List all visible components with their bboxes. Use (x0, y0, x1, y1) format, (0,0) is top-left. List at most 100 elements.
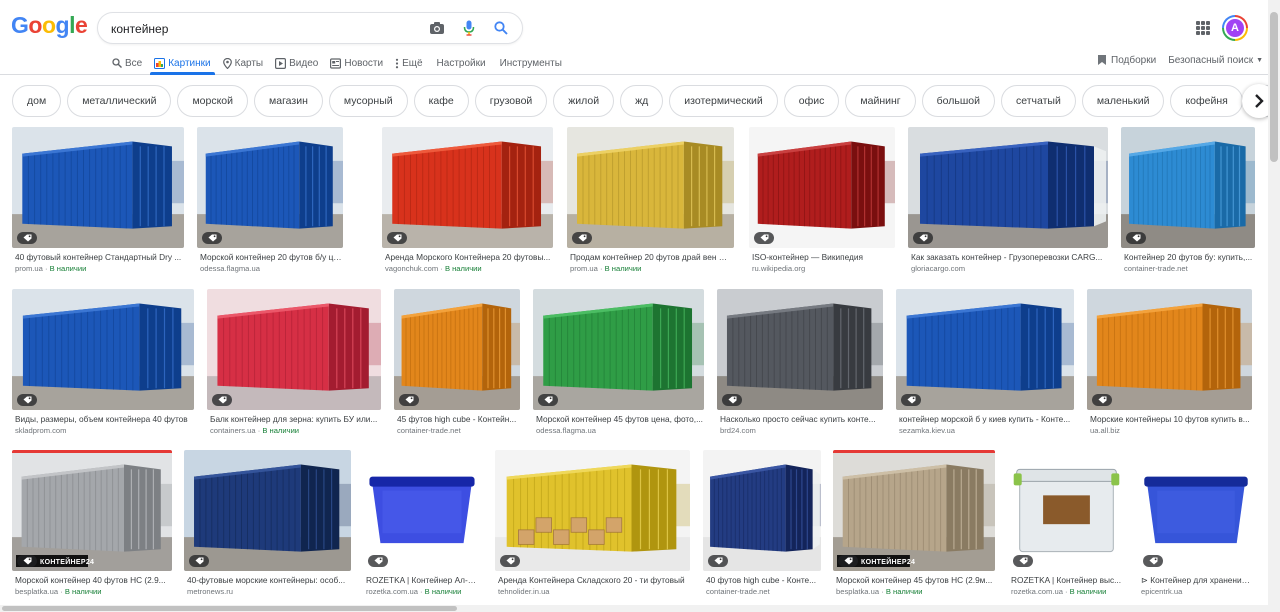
chip[interactable]: грузовой (474, 85, 548, 117)
result-title[interactable]: Контейнер 20 футов бу: купить,... (1124, 252, 1254, 263)
account-avatar[interactable]: A (1222, 15, 1248, 41)
result-title[interactable]: 40 футовый контейнер Стандартный Dry ... (15, 252, 183, 263)
image-result[interactable]: 40 футовый контейнер Стандартный Dry ...… (12, 127, 184, 286)
image-result[interactable]: контейнер морской б у киев купить - Конт… (896, 289, 1074, 448)
settings-link[interactable]: Настройки (431, 51, 492, 75)
result-thumbnail[interactable] (896, 289, 1074, 410)
tools-link[interactable]: Инструменты (494, 51, 568, 75)
tab-0[interactable]: Все (106, 51, 148, 75)
chip[interactable]: кафе (413, 85, 469, 117)
result-title[interactable]: Продам контейнер 20 футов драй вен Dr... (570, 252, 733, 263)
result-thumbnail[interactable] (567, 127, 734, 248)
result-title[interactable]: Морской контейнер 40 футов НС (2.9... (15, 575, 171, 586)
chip[interactable]: кофейня (1170, 85, 1243, 117)
result-thumbnail[interactable] (184, 450, 351, 571)
image-result[interactable]: Контейнер 20 футов бу: купить,... contain… (1121, 127, 1255, 286)
chip[interactable]: мусорный (328, 85, 408, 117)
tab-5[interactable]: Ещё (389, 51, 428, 75)
result-thumbnail[interactable] (1008, 450, 1125, 571)
result-thumbnail[interactable] (1087, 289, 1252, 410)
chip[interactable]: майнинг (845, 85, 916, 117)
result-thumbnail[interactable] (12, 127, 184, 248)
image-result[interactable]: Насколько просто сейчас купить конте... b… (717, 289, 883, 448)
result-title[interactable]: Виды, размеры, объем контейнера 40 футов (15, 414, 193, 425)
microphone-icon[interactable] (458, 17, 480, 39)
result-title[interactable]: Аренда Контейнера Складского 20 - ти фут… (498, 575, 689, 586)
image-result[interactable]: Морские контейнеры 10 футов купить в... u… (1087, 289, 1252, 448)
image-result[interactable]: 45 футов high cube - Контейн... container… (394, 289, 520, 448)
chip[interactable]: жд (620, 85, 664, 117)
image-result[interactable]: 40 футов high cube - Конте... container-t… (703, 450, 821, 609)
camera-icon[interactable] (426, 17, 448, 39)
result-title[interactable]: Аренда Морского Контейнера 20 футовы... (385, 252, 552, 263)
result-thumbnail[interactable] (207, 289, 381, 410)
result-title[interactable]: ROZETKA | Контейнер выс... (1011, 575, 1124, 586)
image-result[interactable]: Как заказать контейнер - Грузоперевозки … (908, 127, 1108, 286)
result-thumbnail[interactable] (382, 127, 553, 248)
result-thumbnail[interactable] (1121, 127, 1255, 248)
image-result[interactable]: Морской контейнер 45 футов цена, фото,..… (533, 289, 704, 448)
search-input[interactable] (111, 19, 431, 39)
result-thumbnail[interactable] (1138, 450, 1254, 571)
image-result[interactable]: Виды, размеры, объем контейнера 40 футов… (12, 289, 194, 448)
result-thumbnail[interactable] (533, 289, 704, 410)
result-thumbnail[interactable]: КОНТЕЙНЕР24 (833, 450, 995, 571)
image-result[interactable]: Аренда Морского Контейнера 20 футовы... v… (382, 127, 553, 286)
result-title[interactable]: Морской контейнер 20 футов б/у цена, ф..… (200, 252, 342, 263)
result-thumbnail[interactable] (12, 289, 194, 410)
image-result[interactable]: Продам контейнер 20 футов драй вен Dr...… (567, 127, 734, 286)
result-title[interactable]: Как заказать контейнер - Грузоперевозки … (911, 252, 1107, 263)
result-title[interactable]: ISO-контейнер — Википедия (752, 252, 894, 263)
image-result[interactable]: КОНТЕЙНЕР24 Морской контейнер 45 футов НС… (833, 450, 995, 609)
image-result[interactable]: Аренда Контейнера Складского 20 - ти фут… (495, 450, 690, 609)
result-thumbnail[interactable] (197, 127, 343, 248)
result-thumbnail[interactable] (749, 127, 895, 248)
safesearch-dropdown[interactable]: Безопасный поиск ▼ (1168, 55, 1263, 66)
chip[interactable]: офис (783, 85, 840, 117)
chip[interactable]: морской (177, 85, 249, 117)
result-thumbnail[interactable]: КОНТЕЙНЕР24 (12, 450, 172, 571)
result-title[interactable]: контейнер морской б у киев купить - Конт… (899, 414, 1073, 425)
chip[interactable]: большой (921, 85, 995, 117)
result-title[interactable]: ROZETKA | Контейнер Ал-П... (366, 575, 480, 586)
result-title[interactable]: ⊳ Контейнер для хранения... (1141, 575, 1253, 586)
chip[interactable]: дом (12, 85, 62, 117)
result-thumbnail[interactable] (717, 289, 883, 410)
image-result[interactable]: ROZETKA | Контейнер Ал-П... rozetka.com.u… (363, 450, 481, 609)
chip[interactable]: маленький (1081, 85, 1165, 117)
result-thumbnail[interactable] (363, 450, 481, 571)
result-title[interactable]: 40-футовые морские контейнеры: особ... (187, 575, 350, 586)
image-result[interactable]: ⊳ Контейнер для хранения... epicentrk.ua (1138, 450, 1254, 609)
result-title[interactable]: Морские контейнеры 10 футов купить в... (1090, 414, 1251, 425)
tab-4[interactable]: Новости (324, 51, 389, 75)
chip[interactable]: изотермический (669, 85, 778, 117)
chip[interactable]: жилой (553, 85, 615, 117)
image-result[interactable]: 40-футовые морские контейнеры: особ... me… (184, 450, 351, 609)
chip[interactable]: магазин (254, 85, 323, 117)
search-icon[interactable] (490, 17, 512, 39)
result-thumbnail[interactable] (908, 127, 1108, 248)
result-title[interactable]: Насколько просто сейчас купить конте... (720, 414, 882, 425)
tab-1[interactable]: Картинки (148, 51, 216, 75)
apps-grid-icon[interactable] (1196, 21, 1210, 35)
image-result[interactable]: Балк контейнер для зерна: купить БУ или.… (207, 289, 381, 448)
result-title[interactable]: Балк контейнер для зерна: купить БУ или.… (210, 414, 380, 425)
chip[interactable]: сетчатый (1000, 85, 1076, 117)
tab-3[interactable]: Видео (269, 51, 324, 75)
horizontal-scrollbar[interactable] (0, 605, 1268, 612)
result-title[interactable]: 40 футов high cube - Конте... (706, 575, 820, 586)
result-thumbnail[interactable] (703, 450, 821, 571)
saved-collections-link[interactable]: Подборки (1097, 54, 1156, 66)
result-title[interactable]: Морской контейнер 45 футов НС (2.9м... (836, 575, 994, 586)
image-result[interactable]: Морской контейнер 20 футов б/у цена, ф..… (197, 127, 343, 286)
result-title[interactable]: 45 футов high cube - Контейн... (397, 414, 519, 425)
result-title[interactable]: Морской контейнер 45 футов цена, фото,..… (536, 414, 703, 425)
image-result[interactable]: ISO-контейнер — Википедия ru.wikipedia.or… (749, 127, 895, 286)
tab-2[interactable]: Карты (217, 51, 270, 75)
vertical-scrollbar[interactable] (1268, 0, 1280, 612)
result-thumbnail[interactable] (394, 289, 520, 410)
chip[interactable]: металлический (67, 85, 172, 117)
result-thumbnail[interactable] (495, 450, 690, 571)
google-logo[interactable]: Google (11, 12, 88, 39)
image-result[interactable]: ROZETKA | Контейнер выс... rozetka.com.ua… (1008, 450, 1125, 609)
